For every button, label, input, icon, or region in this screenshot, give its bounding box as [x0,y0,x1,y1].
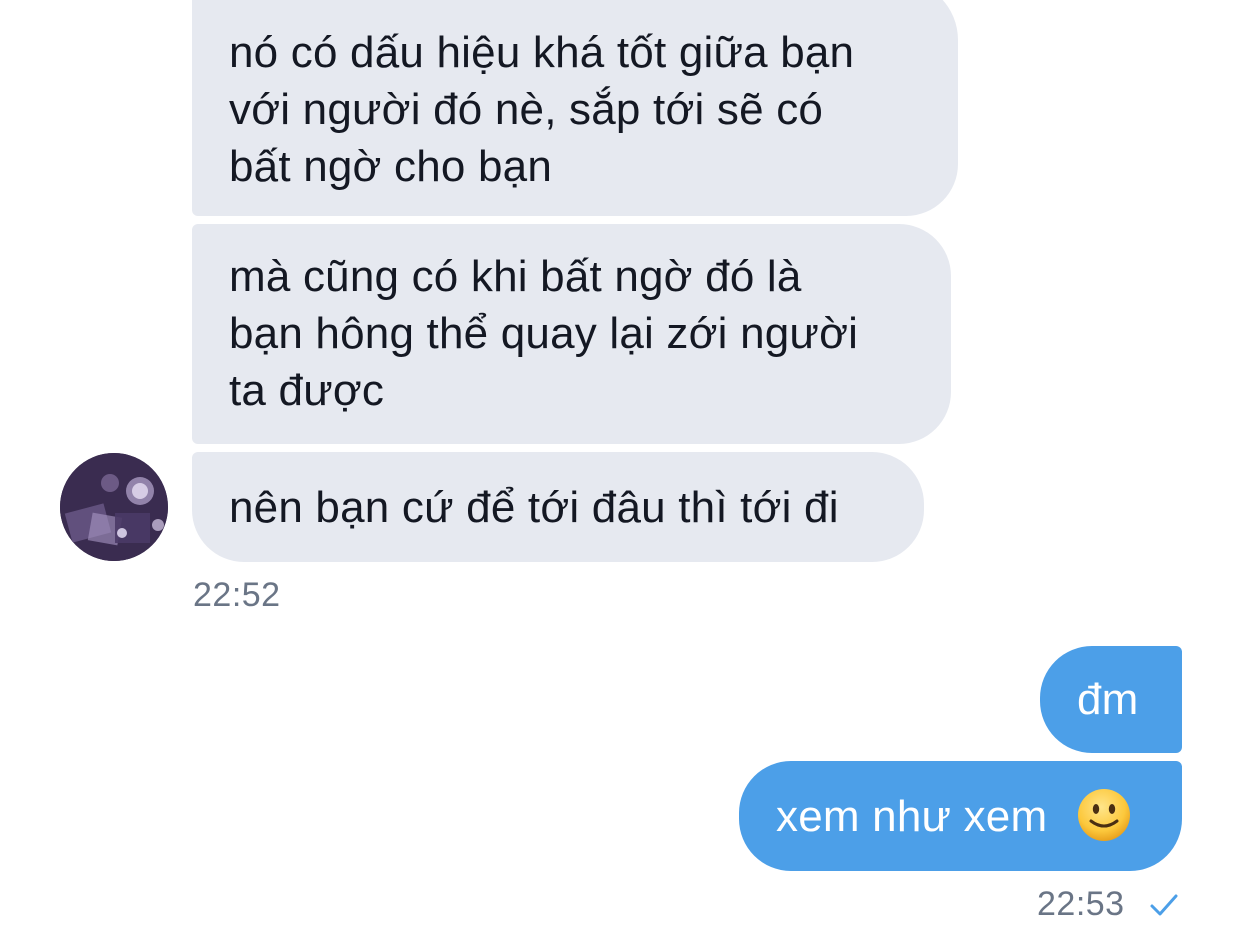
outgoing-message[interactable]: xem như xem [739,761,1182,871]
incoming-message[interactable]: mà cũng có khi bất ngờ đó là bạn hông th… [192,224,951,444]
incoming-timestamp: 22:52 [193,576,281,614]
message-line: bạn hông thể quay lại zới người [229,309,859,358]
avatar-image [60,453,168,561]
incoming-message[interactable]: nên bạn cứ để tới đâu thì tới đi [192,452,924,562]
message-line: mà cũng có khi bất ngờ đó là [229,252,802,301]
contact-avatar[interactable] [60,453,168,561]
incoming-message[interactable]: nó có dấu hiệu khá tốt giữa bạn với ngườ… [192,0,958,216]
check-icon [1150,894,1178,916]
message-line: ta được [229,366,385,415]
message-line: bất ngờ cho bạn [229,142,552,191]
message-text: đm [1077,675,1139,724]
message-line: với người đó nè, sắp tới sẽ có [229,85,824,134]
message-line: nên bạn cứ để tới đâu thì tới đi [229,483,839,532]
message-text: xem như xem [776,792,1048,841]
slightly-smiling-face-icon [1077,789,1130,842]
message-line: nó có dấu hiệu khá tốt giữa bạn [229,28,855,77]
outgoing-message[interactable]: đm [1040,646,1182,753]
outgoing-timestamp: 22:53 [1037,885,1125,923]
